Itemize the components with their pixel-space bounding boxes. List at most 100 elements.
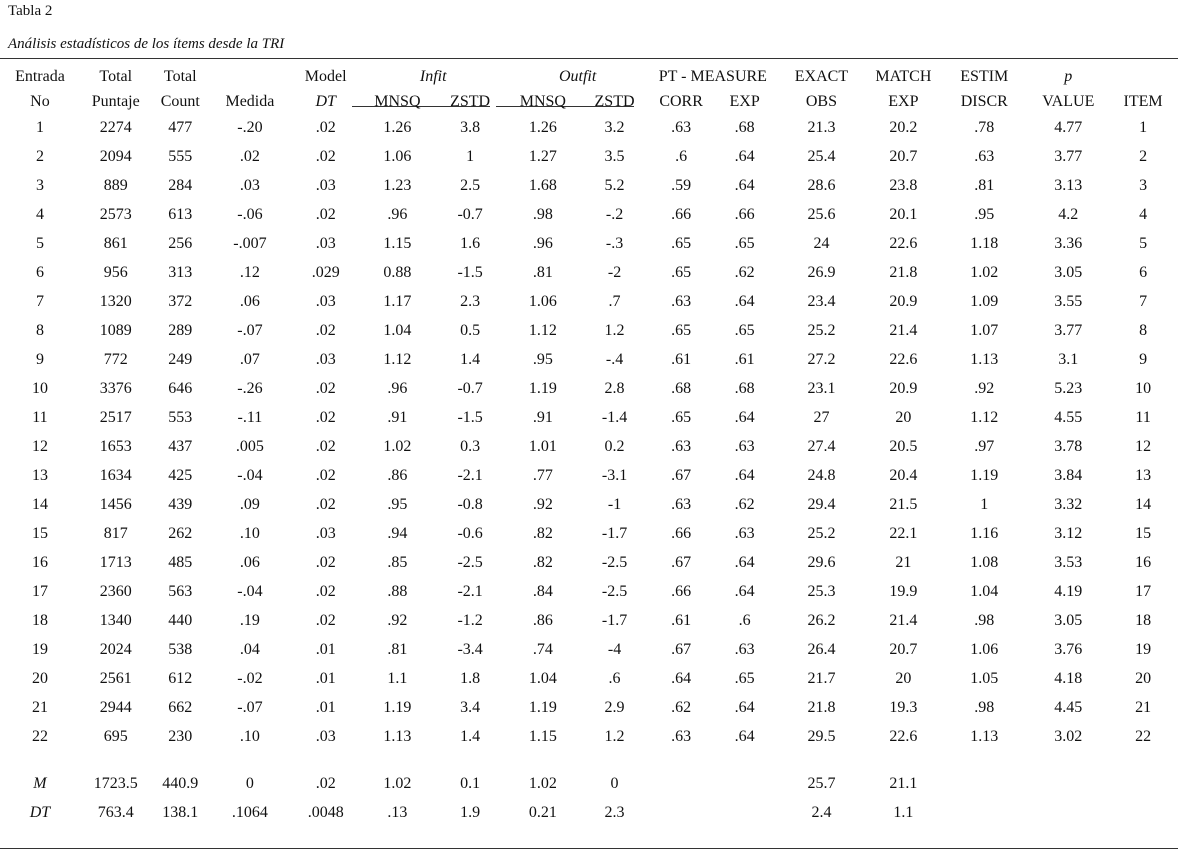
- table-cell: 20.4: [889, 466, 918, 484]
- table-cell: 9: [35, 350, 44, 368]
- table-cell: 772: [103, 350, 128, 368]
- table-cell: 1.19: [970, 466, 999, 484]
- table-cell: -2.5: [457, 553, 483, 571]
- table-row: 21 2944 662 -.07 .01 1.19 3.4 1.19 2.9 .62 .64 21.8…: [0, 693, 1178, 722]
- table-cell: .65: [734, 234, 755, 252]
- table-cell: 0.5: [460, 321, 481, 339]
- table-cell: .03: [315, 292, 336, 310]
- table-cell: .98: [532, 205, 553, 223]
- table-cell: 1.02: [970, 263, 999, 281]
- table-cell: 5: [35, 234, 44, 252]
- table-cell: 440.9: [162, 774, 199, 792]
- table-cell: -1: [607, 495, 622, 513]
- table-cell: .02: [315, 379, 336, 397]
- table-cell: 20.7: [889, 640, 918, 658]
- table-cell: .64: [734, 147, 755, 165]
- table-cell: 7: [35, 292, 44, 310]
- table-cell: .02: [315, 495, 336, 513]
- header-cell: MATCH: [875, 68, 932, 85]
- header-cell: Puntaje: [91, 92, 140, 110]
- table-cell: 10: [1135, 379, 1152, 397]
- header-cell: Count: [160, 92, 200, 110]
- table-cell: 1634: [99, 466, 132, 484]
- table-cell: 0.2: [604, 437, 625, 455]
- table-cell: 0.21: [528, 803, 557, 821]
- table-cell: 3.05: [1054, 263, 1083, 281]
- table-cell: 262: [168, 524, 193, 542]
- table-cell: 25.2: [807, 524, 836, 542]
- table-cell: .67: [671, 466, 692, 484]
- table-cell: 4: [1139, 205, 1148, 223]
- table-cell: 24: [813, 234, 830, 252]
- table-cell: 3.76: [1054, 640, 1083, 658]
- table-cell: -4: [607, 640, 622, 658]
- table-cell: 9: [1139, 350, 1148, 368]
- table-cell: .81: [974, 176, 995, 194]
- table-cell: .98: [974, 698, 995, 716]
- table-cell: .63: [734, 524, 755, 542]
- table-cell: 613: [168, 205, 193, 223]
- table-cell: .02: [315, 437, 336, 455]
- table-cell: [1028, 769, 1108, 798]
- table-cell: 25.3: [807, 582, 836, 600]
- table-cell: 29.5: [807, 727, 836, 745]
- table-cell: .96: [387, 205, 408, 223]
- table-row: 15 817 262 .10 .03 .94 -0.6 .82 -1.7 .66 .63 25.2 22…: [0, 519, 1178, 548]
- table-cell: 22.6: [889, 234, 918, 252]
- table-cell: 19: [31, 640, 48, 658]
- table-cell: 22.6: [889, 350, 918, 368]
- table-cell: 1.17: [383, 292, 412, 310]
- table-cell: 1.68: [528, 176, 557, 194]
- table-cell: .64: [734, 582, 755, 600]
- table-cell: 439: [168, 495, 193, 513]
- table-cell: 485: [168, 553, 193, 571]
- table-cell: 27.2: [807, 350, 836, 368]
- table-row: 2 2094 555 .02 .02 1.06 1 1.27 3.5 .6 .64 25.4 20.7.…: [0, 142, 1178, 171]
- table-cell: 1.1: [387, 669, 408, 687]
- table-cell: .96: [532, 234, 553, 252]
- table-cell: .65: [734, 321, 755, 339]
- table-cell: 21: [895, 553, 912, 571]
- header-cell: CORR: [659, 92, 703, 110]
- table-cell: .02: [315, 582, 336, 600]
- table-cell: 20: [895, 669, 912, 687]
- table-cell: .67: [671, 640, 692, 658]
- table-row: 17 2360 563 -.04 .02 .88 -2.1 .84 -2.5 .66 .64 25.3…: [0, 577, 1178, 606]
- table-cell: 3.2: [604, 118, 625, 136]
- table-cell: 23.8: [889, 176, 918, 194]
- table-cell: 0.1: [460, 774, 481, 792]
- table-cell: 17: [31, 582, 48, 600]
- table-cell: .63: [974, 147, 995, 165]
- table-cell: 1.02: [383, 774, 412, 792]
- header-cell: EXP: [729, 92, 760, 110]
- table-cell: 1.23: [383, 176, 412, 194]
- table-cell: 1.15: [383, 234, 412, 252]
- header-row-2: No Puntaje Count Medida DT MNSQ ZSTD MNS…: [0, 86, 1178, 113]
- table-cell: .97: [974, 437, 995, 455]
- table-cell: 249: [168, 350, 193, 368]
- table-cell: 889: [103, 176, 128, 194]
- table-cell: 5.2: [604, 176, 625, 194]
- table-cell: 138.1: [162, 803, 199, 821]
- table-cell: 3.05: [1054, 611, 1083, 629]
- table-cell: .91: [532, 408, 553, 426]
- table-cell: .61: [734, 350, 755, 368]
- table-cell: 313: [168, 263, 193, 281]
- table-cell: .02: [315, 553, 336, 571]
- table-cell: 20.7: [889, 147, 918, 165]
- table-cell: -2.5: [601, 582, 628, 600]
- table-cell: 1: [35, 118, 44, 136]
- table-cell: 1723.5: [93, 774, 138, 792]
- table-cell: 7: [1139, 292, 1148, 310]
- table-cell: -.02: [237, 669, 263, 687]
- table-cell: 1.09: [970, 292, 999, 310]
- table-cell: 1.9: [460, 803, 481, 821]
- table-cell: .64: [734, 408, 755, 426]
- table-cell: .96: [387, 379, 408, 397]
- table-cell: 1: [980, 495, 989, 513]
- table-cell: 3.13: [1054, 176, 1083, 194]
- table-cell: 3: [1139, 176, 1148, 194]
- header-pt-measure: PT - MEASURE: [658, 68, 767, 85]
- table-cell: 1.2: [604, 727, 625, 745]
- table-cell: 1653: [99, 437, 132, 455]
